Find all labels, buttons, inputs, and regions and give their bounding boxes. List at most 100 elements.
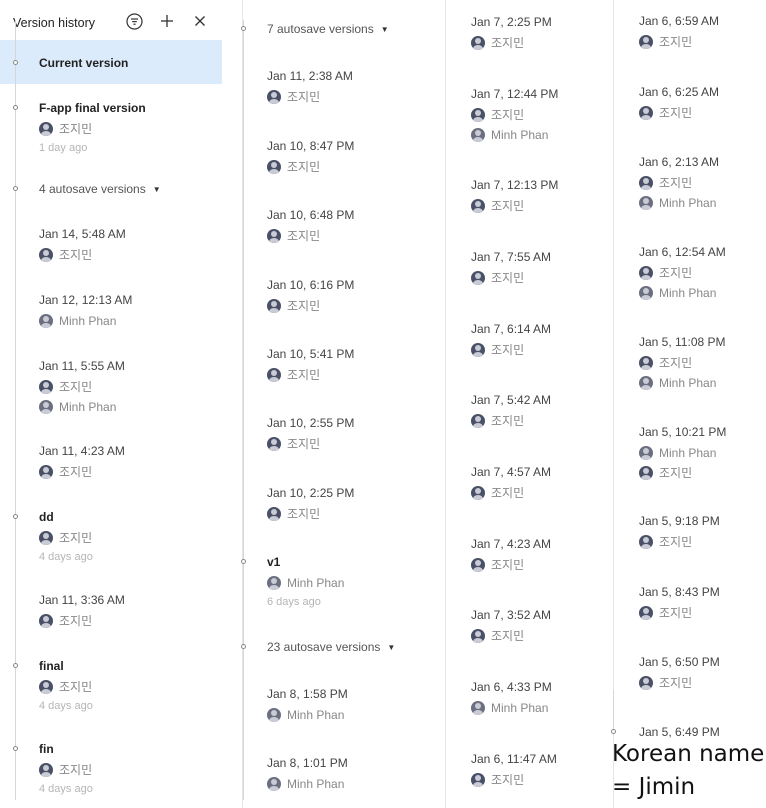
- autosave-group-toggle[interactable]: 4 autosave versions ▼: [39, 182, 161, 197]
- version-author: 조지민: [267, 298, 354, 313]
- author-name: 조지민: [491, 343, 525, 357]
- author-name: Minh Phan: [287, 707, 345, 722]
- named-version[interactable]: v1 Minh Phan 6 days ago: [267, 555, 344, 609]
- current-version[interactable]: Current version: [39, 56, 128, 71]
- autosave-version[interactable]: Jan 7, 4:23 AM 조지민: [471, 537, 551, 572]
- column-divider: [613, 0, 614, 808]
- version-timestamp: Jan 6, 6:59 AM: [639, 14, 720, 28]
- named-version[interactable]: fin 조지민 4 days ago: [39, 742, 93, 796]
- version-timestamp: Jan 7, 6:14 AM: [471, 322, 552, 336]
- autosave-group-toggle[interactable]: 7 autosave versions ▼: [267, 22, 389, 37]
- author-name: Minh Phan: [491, 700, 549, 715]
- autosave-version[interactable]: Jan 7, 4:57 AM 조지민: [471, 465, 551, 500]
- author-name: 조지민: [659, 106, 693, 120]
- autosave-version[interactable]: Jan 7, 2:25 PM 조지민: [471, 15, 552, 50]
- add-icon[interactable]: [158, 12, 176, 30]
- version-author: 조지민: [39, 247, 126, 262]
- filter-icon[interactable]: [125, 12, 143, 30]
- version-author: 조지민: [639, 355, 726, 370]
- version-timestamp: Jan 12, 12:13 AM: [39, 293, 133, 307]
- version-author: 조지민: [267, 506, 354, 521]
- version-timestamp: Jan 5, 8:43 PM: [639, 585, 720, 599]
- avatar-icon: [39, 464, 53, 479]
- autosave-version[interactable]: Jan 7, 12:44 PM 조지민 Minh Phan: [471, 87, 558, 142]
- version-author: 조지민: [639, 105, 719, 120]
- version-author: Minh Phan: [267, 776, 348, 791]
- autosave-version[interactable]: Jan 7, 12:13 PM 조지민: [471, 178, 558, 213]
- named-version[interactable]: F-app final version 조지민 1 day ago: [39, 101, 146, 155]
- autosave-version[interactable]: Jan 5, 6:50 PM 조지민: [639, 655, 720, 690]
- avatar-icon: [39, 121, 53, 136]
- autosave-version[interactable]: Jan 14, 5:48 AM 조지민: [39, 227, 126, 262]
- autosave-version[interactable]: Jan 10, 2:25 PM 조지민: [267, 486, 354, 521]
- autosave-version[interactable]: Jan 10, 6:48 PM 조지민: [267, 208, 354, 243]
- autosave-version[interactable]: Jan 5, 10:21 PM Minh Phan 조지민: [639, 425, 726, 480]
- version-author: 조지민: [39, 762, 93, 777]
- relative-time: 4 days ago: [39, 783, 93, 795]
- relative-time: 4 days ago: [39, 700, 93, 712]
- autosave-version[interactable]: Jan 10, 6:16 PM 조지민: [267, 278, 354, 313]
- avatar-icon: [267, 575, 281, 590]
- autosave-version[interactable]: Jan 8, 1:58 PM Minh Phan: [267, 687, 348, 722]
- autosave-version[interactable]: Jan 6, 11:47 AM 조지민: [471, 752, 557, 787]
- autosave-version[interactable]: Jan 7, 5:42 AM 조지민: [471, 393, 551, 428]
- version-name: v1: [267, 555, 281, 569]
- version-timestamp: Jan 11, 4:23 AM: [39, 444, 125, 458]
- version-author: 조지민: [267, 159, 354, 174]
- version-timestamp: Jan 6, 2:13 AM: [639, 155, 720, 169]
- author-name: 조지민: [659, 356, 693, 370]
- named-version[interactable]: dd 조지민 4 days ago: [39, 510, 93, 564]
- author-name: 조지민: [59, 680, 93, 694]
- avatar-icon: [267, 298, 281, 313]
- autosave-version[interactable]: Jan 10, 2:55 PM 조지민: [267, 416, 354, 451]
- version-author: 조지민: [471, 270, 551, 285]
- version-author: 조지민: [471, 628, 551, 643]
- autosave-version[interactable]: Jan 10, 8:47 PM 조지민: [267, 139, 354, 174]
- author-name: Minh Phan: [659, 285, 717, 300]
- close-icon[interactable]: [191, 12, 209, 30]
- version-name: dd: [39, 510, 54, 524]
- avatar-icon: [267, 776, 281, 791]
- autosave-version[interactable]: Jan 6, 6:25 AM 조지민: [639, 85, 719, 120]
- avatar-icon: [639, 105, 653, 120]
- autosave-version[interactable]: Jan 6, 4:33 PM Minh Phan: [471, 680, 552, 715]
- avatar-icon: [639, 195, 653, 210]
- avatar-icon: [267, 228, 281, 243]
- autosave-version[interactable]: Jan 6, 6:59 AM 조지민: [639, 14, 719, 49]
- column-divider: [445, 0, 446, 808]
- timeline-dot: [13, 105, 18, 110]
- autosave-version[interactable]: Jan 7, 7:55 AM 조지민: [471, 250, 551, 285]
- autosave-version[interactable]: Jan 6, 2:13 AM 조지민 Minh Phan: [639, 155, 719, 210]
- autosave-version[interactable]: Jan 7, 3:52 AM 조지민: [471, 608, 551, 643]
- autosave-version[interactable]: Jan 8, 1:01 PM Minh Phan: [267, 756, 348, 791]
- version-author: Minh Phan: [267, 707, 348, 722]
- avatar-icon: [471, 107, 485, 122]
- autosave-version[interactable]: Jan 11, 3:36 AM 조지민: [39, 593, 125, 628]
- autosave-group-toggle[interactable]: 23 autosave versions ▼: [267, 640, 395, 655]
- autosave-version[interactable]: Jan 11, 2:38 AM 조지민: [267, 69, 353, 104]
- timeline-dot: [241, 26, 246, 31]
- version-author: 조지민: [639, 465, 726, 480]
- autosave-version[interactable]: Jan 12, 12:13 AM Minh Phan: [39, 293, 132, 328]
- autosave-version[interactable]: Jan 7, 6:14 AM 조지민: [471, 322, 551, 357]
- version-author: 조지민: [39, 379, 125, 394]
- version-author: 조지민: [639, 605, 720, 620]
- avatar-icon: [39, 530, 53, 545]
- autosave-version[interactable]: Jan 10, 5:41 PM 조지민: [267, 347, 354, 382]
- autosave-version[interactable]: Jan 11, 4:23 AM 조지민: [39, 444, 125, 479]
- caret-down-icon: ▼: [387, 643, 396, 652]
- avatar-icon: [639, 675, 653, 690]
- autosave-version[interactable]: Jan 11, 5:55 AM 조지민 Minh Phan: [39, 359, 125, 414]
- author-name: Minh Phan: [659, 195, 717, 210]
- version-author: Minh Phan: [639, 285, 726, 300]
- author-name: 조지민: [491, 271, 525, 285]
- version-timestamp: Jan 6, 4:33 PM: [471, 680, 552, 694]
- autosave-version[interactable]: Jan 5, 8:43 PM 조지민: [639, 585, 720, 620]
- named-version[interactable]: final 조지민 4 days ago: [39, 659, 93, 713]
- autosave-version[interactable]: Jan 5, 11:08 PM 조지민 Minh Phan: [639, 335, 726, 390]
- version-timestamp: Jan 8, 1:58 PM: [267, 687, 348, 701]
- autosave-version[interactable]: Jan 5, 9:18 PM 조지민: [639, 514, 720, 549]
- avatar-icon: [39, 679, 53, 694]
- avatar-icon: [267, 436, 281, 451]
- autosave-version[interactable]: Jan 6, 12:54 AM 조지민 Minh Phan: [639, 245, 726, 300]
